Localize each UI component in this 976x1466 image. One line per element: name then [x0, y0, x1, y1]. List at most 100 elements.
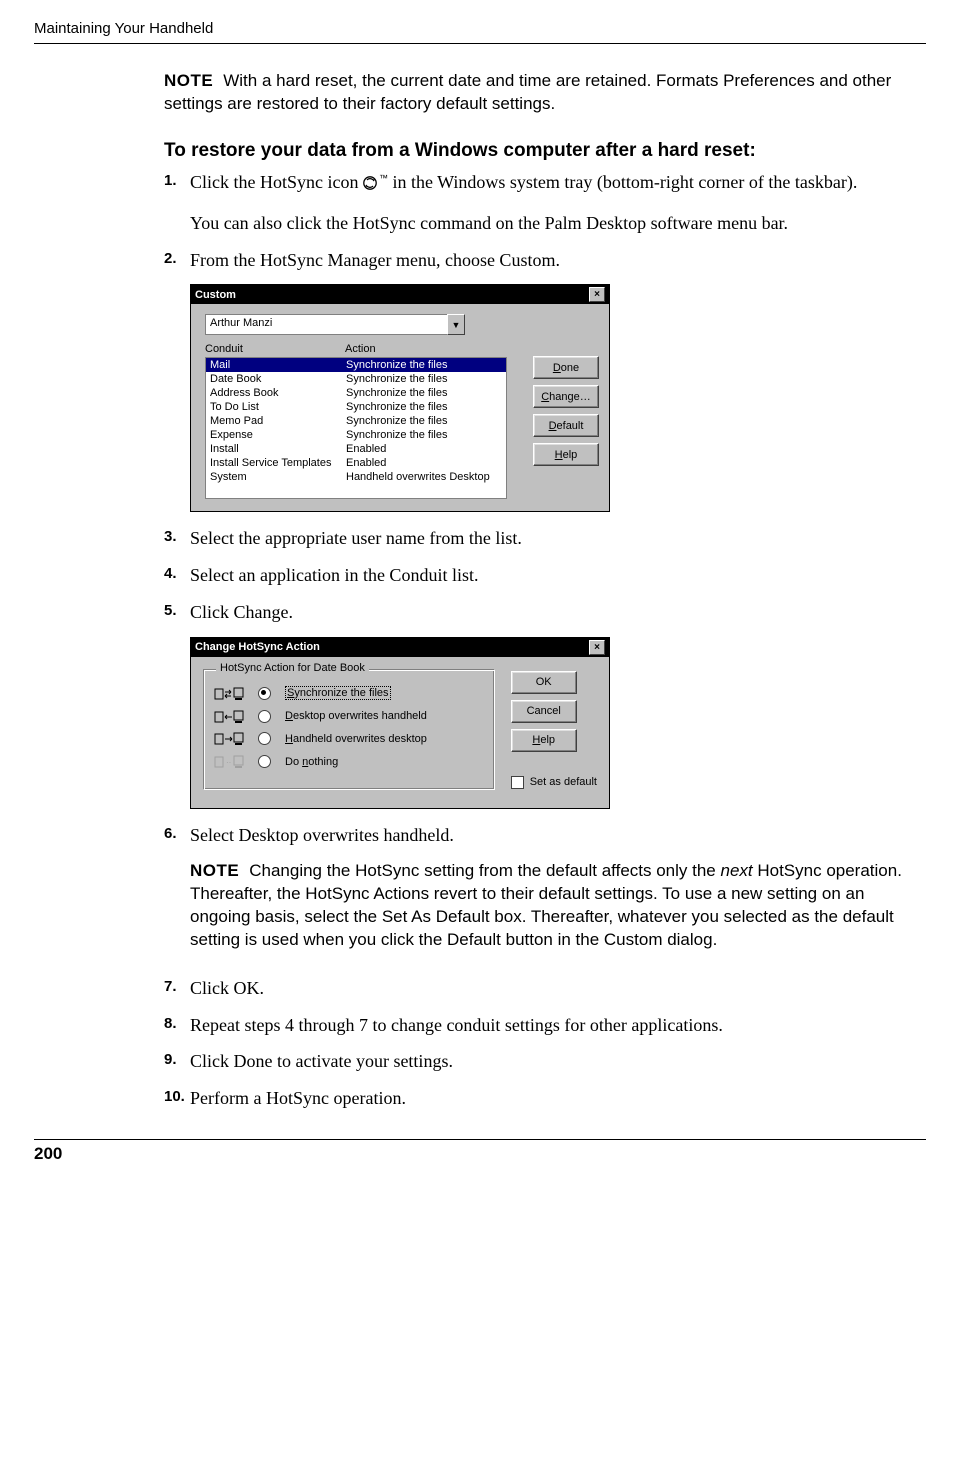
step-number: 4.	[164, 563, 190, 588]
step-text: Repeat steps 4 through 7 to change condu…	[190, 1013, 926, 1038]
conduit-name: System	[210, 471, 346, 483]
note-block-1: NOTEWith a hard reset, the current date …	[164, 70, 926, 116]
page-number: 200	[34, 1144, 926, 1164]
option-handheld-overwrites[interactable]: Handheld overwrites desktop	[214, 732, 484, 747]
step-9: 9. Click Done to activate your settings.	[164, 1049, 926, 1074]
conduit-name: Install	[210, 443, 346, 455]
list-item[interactable]: Memo PadSynchronize the files	[206, 414, 506, 428]
default-button[interactable]: Default	[533, 414, 599, 437]
conduit-name: Address Book	[210, 387, 346, 399]
step-7: 7. Click OK.	[164, 976, 926, 1001]
list-item[interactable]: To Do ListSynchronize the files	[206, 400, 506, 414]
step-text: in the Windows system tray (bottom-right…	[392, 172, 857, 192]
step-text: Perform a HotSync operation.	[190, 1086, 926, 1111]
conduit-name: To Do List	[210, 401, 346, 413]
col-action: Action	[345, 343, 376, 355]
step-number: 1.	[164, 170, 190, 236]
top-rule	[34, 43, 926, 44]
note-emphasis: next	[720, 861, 752, 880]
set-as-default-checkbox[interactable]: Set as default	[511, 776, 597, 789]
step-1: 1. Click the HotSync icon ™ in the Windo…	[164, 170, 926, 236]
dialog-title: Custom	[195, 289, 236, 301]
option-label: Synchronize the files	[285, 686, 391, 700]
radio-icon	[258, 732, 271, 745]
option-label: Desktop overwrites handheld	[285, 710, 427, 722]
group-title: HotSync Action for Date Book	[216, 662, 369, 674]
conduit-name: Date Book	[210, 373, 346, 385]
option-label: Handheld overwrites desktop	[285, 733, 427, 745]
conduit-action: Synchronize the files	[346, 359, 448, 371]
list-item[interactable]: Address BookSynchronize the files	[206, 386, 506, 400]
conduit-action: Synchronize the files	[346, 387, 448, 399]
step-text: Click Done to activate your settings.	[190, 1049, 926, 1074]
step-6: 6. Select Desktop overwrites handheld.	[164, 823, 926, 848]
list-headers: Conduit Action	[205, 343, 599, 355]
list-item[interactable]: SystemHandheld overwrites Desktop	[206, 470, 506, 484]
running-head: Maintaining Your Handheld	[34, 20, 926, 37]
list-item[interactable]: InstallEnabled	[206, 442, 506, 456]
step-number: 10.	[164, 1086, 190, 1111]
conduit-action: Enabled	[346, 443, 386, 455]
svg-text:··: ··	[226, 758, 231, 767]
step-subtext: You can also click the HotSync command o…	[190, 211, 926, 236]
desktop-to-handheld-icon	[214, 709, 244, 724]
user-combo-value: Arthur Manzi	[205, 314, 447, 335]
step-5: 5. Click Change.	[164, 600, 926, 625]
checkbox-icon	[511, 776, 524, 789]
close-icon[interactable]: ×	[589, 640, 605, 655]
cancel-button[interactable]: Cancel	[511, 700, 577, 723]
step-10: 10. Perform a HotSync operation.	[164, 1086, 926, 1111]
change-button[interactable]: Change…	[533, 385, 599, 408]
dialog-titlebar: Custom ×	[191, 285, 609, 304]
step-number: 6.	[164, 823, 190, 848]
close-icon[interactable]: ×	[589, 287, 605, 302]
conduit-name: Install Service Templates	[210, 457, 346, 469]
option-do-nothing[interactable]: ·· Do nothing	[214, 754, 484, 769]
step-3: 3. Select the appropriate user name from…	[164, 526, 926, 551]
step-text: Select the appropriate user name from th…	[190, 526, 926, 551]
note-label: NOTE	[164, 71, 213, 90]
list-item[interactable]: MailSynchronize the files	[206, 358, 506, 372]
note-text: With a hard reset, the current date and …	[164, 71, 891, 113]
list-item[interactable]: Date BookSynchronize the files	[206, 372, 506, 386]
change-hotsync-dialog: Change HotSync Action × HotSync Action f…	[190, 637, 610, 809]
note-block-2: NOTEChanging the HotSync setting from th…	[190, 860, 926, 952]
step-number: 8.	[164, 1013, 190, 1038]
radio-icon	[258, 755, 271, 768]
step-2: 2. From the HotSync Manager menu, choose…	[164, 248, 926, 273]
user-combo[interactable]: Arthur Manzi ▼	[205, 314, 465, 335]
radio-icon	[258, 710, 271, 723]
step-4: 4. Select an application in the Conduit …	[164, 563, 926, 588]
conduit-action: Synchronize the files	[346, 373, 448, 385]
checkbox-label: Set as default	[530, 776, 597, 788]
help-button[interactable]: Help	[533, 443, 599, 466]
conduit-listbox[interactable]: MailSynchronize the filesDate BookSynchr…	[205, 357, 507, 499]
help-button[interactable]: Help	[511, 729, 577, 752]
list-item[interactable]: ExpenseSynchronize the files	[206, 428, 506, 442]
conduit-action: Synchronize the files	[346, 415, 448, 427]
section-head: To restore your data from a Windows comp…	[164, 140, 926, 162]
hotsync-action-group: HotSync Action for Date Book Synchronize…	[203, 669, 495, 790]
step-number: 9.	[164, 1049, 190, 1074]
ok-button[interactable]: OK	[511, 671, 577, 694]
step-number: 3.	[164, 526, 190, 551]
step-number: 5.	[164, 600, 190, 625]
step-text: Select an application in the Conduit lis…	[190, 563, 926, 588]
option-desktop-overwrites[interactable]: Desktop overwrites handheld	[214, 709, 484, 724]
step-text: Click Change.	[190, 600, 926, 625]
list-item[interactable]: Install Service TemplatesEnabled	[206, 456, 506, 470]
bottom-rule	[34, 1139, 926, 1140]
step-number: 7.	[164, 976, 190, 1001]
step-8: 8. Repeat steps 4 through 7 to change co…	[164, 1013, 926, 1038]
conduit-action: Synchronize the files	[346, 429, 448, 441]
step-text: From the HotSync Manager menu, choose Cu…	[190, 248, 926, 273]
hotsync-icon	[363, 172, 379, 197]
conduit-name: Expense	[210, 429, 346, 441]
option-synchronize[interactable]: Synchronize the files	[214, 686, 484, 701]
chevron-down-icon[interactable]: ▼	[447, 314, 465, 335]
done-button[interactable]: Done	[533, 356, 599, 379]
dialog-title: Change HotSync Action	[195, 641, 320, 653]
step-number: 2.	[164, 248, 190, 273]
conduit-action: Synchronize the files	[346, 401, 448, 413]
handheld-to-desktop-icon	[214, 732, 244, 747]
